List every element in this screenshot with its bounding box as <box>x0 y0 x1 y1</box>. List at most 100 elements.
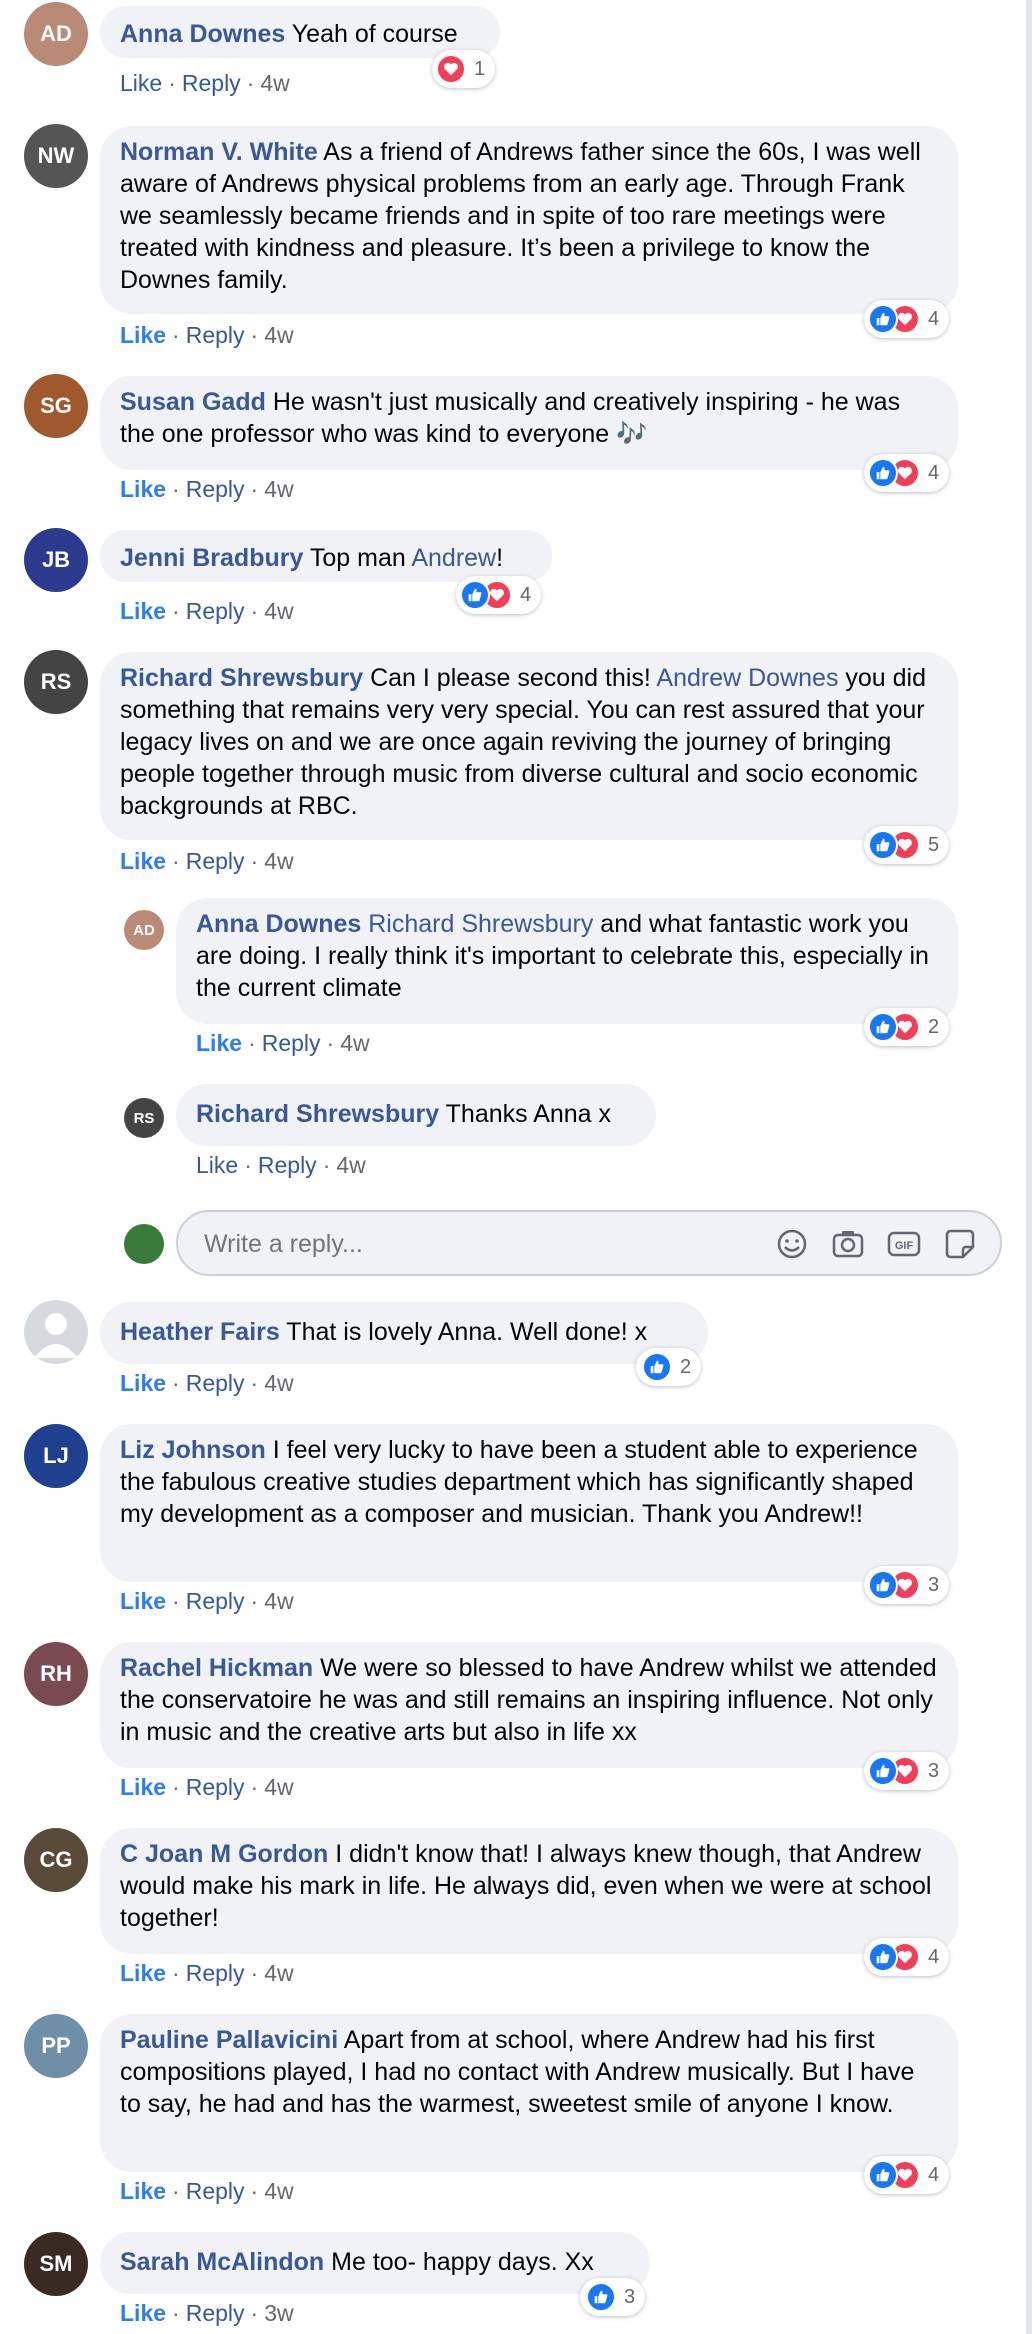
avatar[interactable]: SG <box>24 374 88 438</box>
like-button[interactable]: Like <box>120 476 166 502</box>
avatar[interactable]: RS <box>124 1098 164 1138</box>
comment-actions: Like · Reply · 4w <box>120 1370 294 1396</box>
reaction-summary[interactable]: 4 <box>456 576 542 614</box>
comment-timestamp[interactable]: 4w <box>260 70 289 96</box>
avatar[interactable]: JB <box>24 528 88 592</box>
comment-timestamp[interactable]: 4w <box>340 1030 369 1056</box>
like-button[interactable]: Like <box>120 70 162 96</box>
like-button[interactable]: Like <box>120 322 166 348</box>
like-button[interactable]: Like <box>196 1030 242 1056</box>
reply-button[interactable]: Reply <box>186 2300 245 2326</box>
avatar[interactable]: PP <box>24 2014 88 2078</box>
comment-timestamp[interactable]: 4w <box>264 322 293 348</box>
like-button[interactable]: Like <box>120 848 166 874</box>
reply-input-box[interactable]: GIF <box>176 1210 1002 1276</box>
comment-timestamp[interactable]: 4w <box>264 598 293 624</box>
reply-button[interactable]: Reply <box>186 322 245 348</box>
reaction-summary[interactable]: 3 <box>580 2278 646 2316</box>
reaction-summary[interactable]: 1 <box>432 50 496 88</box>
reply-button[interactable]: Reply <box>186 476 245 502</box>
comment-actions: Like · Reply · 4w <box>120 1588 294 1614</box>
comment-timestamp[interactable]: 4w <box>264 1588 293 1614</box>
comment-timestamp[interactable]: 4w <box>264 2178 293 2204</box>
reaction-summary[interactable]: 4 <box>864 2156 950 2194</box>
like-button[interactable]: Like <box>120 1588 166 1614</box>
svg-text:GIF: GIF <box>895 1240 914 1252</box>
like-button[interactable]: Like <box>120 2178 166 2204</box>
scrollbar[interactable] <box>1026 0 1032 2334</box>
comment-author[interactable]: Jenni Bradbury <box>120 544 303 572</box>
reaction-count: 4 <box>520 583 532 606</box>
reaction-summary[interactable]: 2 <box>636 1348 702 1386</box>
reply-button[interactable]: Reply <box>186 1588 245 1614</box>
reply-button[interactable]: Reply <box>258 1152 317 1178</box>
reaction-count: 2 <box>928 1015 940 1038</box>
comment-timestamp[interactable]: 3w <box>264 2300 293 2326</box>
comment-author[interactable]: Anna Downes <box>120 20 285 48</box>
reply-input[interactable] <box>202 1222 706 1266</box>
avatar[interactable]: AD <box>24 2 88 66</box>
like-button[interactable]: Like <box>120 2300 166 2326</box>
like-button[interactable]: Like <box>120 598 166 624</box>
avatar[interactable] <box>24 1300 88 1364</box>
like-button[interactable]: Like <box>196 1152 238 1178</box>
avatar[interactable]: SM <box>24 2232 88 2296</box>
avatar[interactable]: RH <box>24 1642 88 1706</box>
emoji-icon[interactable] <box>774 1226 810 1262</box>
camera-icon[interactable] <box>830 1226 866 1262</box>
comment-timestamp[interactable]: 4w <box>264 1774 293 1800</box>
comment-author[interactable]: Anna Downes <box>196 910 361 938</box>
comment-author[interactable]: Susan Gadd <box>120 388 266 416</box>
reaction-summary[interactable]: 4 <box>864 300 950 338</box>
reaction-summary[interactable]: 3 <box>864 1566 950 1604</box>
reply-button[interactable]: Reply <box>186 598 245 624</box>
comment-author[interactable]: Norman V. White <box>120 138 318 166</box>
comment-timestamp[interactable]: 4w <box>264 1370 293 1396</box>
reaction-summary[interactable]: 3 <box>864 1752 950 1790</box>
comment-timestamp[interactable]: 4w <box>264 476 293 502</box>
comment-author[interactable]: Pauline Pallavicini <box>120 2026 338 2054</box>
avatar[interactable]: CG <box>24 1828 88 1892</box>
mention-link[interactable]: Andrew Downes <box>656 664 838 692</box>
like-button[interactable]: Like <box>120 1960 166 1986</box>
reply-button[interactable]: Reply <box>262 1030 321 1056</box>
comment-timestamp[interactable]: 4w <box>264 848 293 874</box>
avatar[interactable]: RS <box>24 650 88 714</box>
comment-author[interactable]: C Joan M Gordon <box>120 1840 328 1868</box>
reaction-summary[interactable]: 4 <box>864 1938 950 1976</box>
like-reaction-icon <box>868 2160 898 2190</box>
reaction-summary[interactable]: 2 <box>864 1008 950 1046</box>
avatar[interactable]: AD <box>124 910 164 950</box>
reply-button[interactable]: Reply <box>186 848 245 874</box>
mention-link[interactable]: Richard Shrewsbury <box>368 910 593 938</box>
comment-actions: Like · Reply · 3w <box>120 2300 294 2326</box>
comment-author[interactable]: Heather Fairs <box>120 1318 280 1346</box>
comment-timestamp[interactable]: 4w <box>336 1152 365 1178</box>
reply-button[interactable]: Reply <box>186 1370 245 1396</box>
mention-link[interactable]: Andrew <box>411 544 496 572</box>
comment-author[interactable]: Rachel Hickman <box>120 1654 313 1682</box>
avatar[interactable]: NW <box>24 124 88 188</box>
comment-bubble: Norman V. White As a friend of Andrews f… <box>100 126 958 314</box>
comment-text: Top man <box>309 544 406 572</box>
like-button[interactable]: Like <box>120 1774 166 1800</box>
comment-author[interactable]: Richard Shrewsbury <box>196 1100 439 1128</box>
comment-timestamp[interactable]: 4w <box>264 1960 293 1986</box>
comment-author[interactable]: Richard Shrewsbury <box>120 664 363 692</box>
reply-button[interactable]: Reply <box>186 2178 245 2204</box>
comment-author[interactable]: Sarah McAlindon <box>120 2248 324 2276</box>
reaction-summary[interactable]: 5 <box>864 826 950 864</box>
reply-button[interactable]: Reply <box>186 1960 245 1986</box>
sticker-icon[interactable] <box>942 1226 978 1262</box>
like-reaction-icon <box>868 1012 898 1042</box>
gif-icon[interactable]: GIF <box>886 1226 922 1262</box>
reaction-count: 3 <box>928 1573 940 1596</box>
reply-button[interactable]: Reply <box>186 1774 245 1800</box>
like-button[interactable]: Like <box>120 1370 166 1396</box>
reply-button[interactable]: Reply <box>182 70 241 96</box>
reaction-summary[interactable]: 4 <box>864 454 950 492</box>
comment-author[interactable]: Liz Johnson <box>120 1436 266 1464</box>
avatar[interactable]: LJ <box>24 1424 88 1488</box>
comment-actions: Like · Reply · 4w <box>120 848 294 874</box>
comment-bubble: C Joan M Gordon I didn't know that! I al… <box>100 1828 958 1954</box>
